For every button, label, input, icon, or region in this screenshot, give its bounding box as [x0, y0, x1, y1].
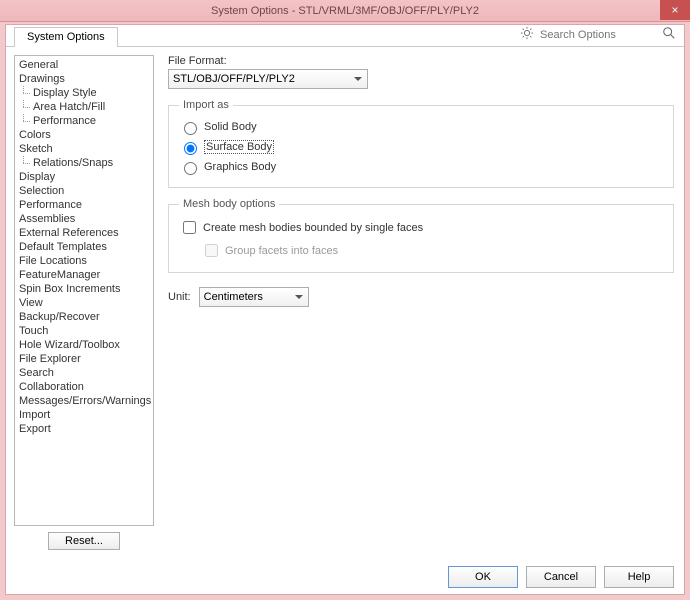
radio-graphics-body[interactable]: Graphics Body	[179, 157, 663, 177]
check-group-facets: Group facets into faces	[201, 239, 663, 262]
gear-icon[interactable]	[520, 26, 534, 43]
dialog-footer: OK Cancel Help	[448, 566, 674, 588]
radio-surface-body-input[interactable]	[184, 142, 197, 155]
check-create-mesh-bounded[interactable]: Create mesh bodies bounded by single fac…	[179, 216, 663, 239]
sidebar-item[interactable]: Drawings	[15, 72, 153, 86]
check-create-mesh-bounded-input[interactable]	[183, 221, 196, 234]
cancel-button[interactable]: Cancel	[526, 566, 596, 588]
ok-button[interactable]: OK	[448, 566, 518, 588]
file-format-select[interactable]: STL/OBJ/OFF/PLY/PLY2	[168, 69, 368, 89]
dialog-body: System Options GeneralDrawingsDisplay St…	[5, 24, 685, 595]
window-title: System Options - STL/VRML/3MF/OBJ/OFF/PL…	[211, 5, 479, 17]
sidebar-item[interactable]: Display	[15, 170, 153, 184]
main-panel: File Format: STL/OBJ/OFF/PLY/PLY2 Import…	[154, 49, 684, 556]
sidebar-item[interactable]: Performance	[15, 114, 153, 128]
tab-system-options[interactable]: System Options	[14, 27, 118, 47]
search-icon[interactable]	[662, 26, 676, 43]
sidebar: GeneralDrawingsDisplay StyleArea Hatch/F…	[14, 55, 154, 550]
options-tree[interactable]: GeneralDrawingsDisplay StyleArea Hatch/F…	[14, 55, 154, 526]
sidebar-item[interactable]: Messages/Errors/Warnings	[15, 394, 153, 408]
radio-graphics-body-input[interactable]	[184, 162, 197, 175]
close-icon[interactable]: ×	[660, 0, 690, 20]
radio-solid-body-input[interactable]	[184, 122, 197, 135]
sidebar-item[interactable]: Assemblies	[15, 212, 153, 226]
radio-surface-body[interactable]: Surface Body	[179, 137, 663, 157]
tab-label: System Options	[27, 31, 105, 43]
sidebar-item[interactable]: Collaboration	[15, 380, 153, 394]
sidebar-item[interactable]: Search	[15, 366, 153, 380]
file-format-label: File Format:	[168, 55, 674, 67]
mesh-options-group: Mesh body options Create mesh bodies bou…	[168, 198, 674, 273]
title-bar: System Options - STL/VRML/3MF/OBJ/OFF/PL…	[0, 0, 690, 22]
sidebar-item[interactable]: View	[15, 296, 153, 310]
reset-button[interactable]: Reset...	[48, 532, 120, 550]
mesh-options-legend: Mesh body options	[179, 198, 279, 210]
import-as-legend: Import as	[179, 99, 233, 111]
sidebar-item[interactable]: Import	[15, 408, 153, 422]
sidebar-item[interactable]: Hole Wizard/Toolbox	[15, 338, 153, 352]
unit-select[interactable]: Centimeters	[199, 287, 309, 307]
sidebar-item[interactable]: General	[15, 58, 153, 72]
sidebar-item[interactable]: Spin Box Increments	[15, 282, 153, 296]
check-group-facets-input	[205, 244, 218, 257]
search-wrap	[520, 26, 676, 43]
search-input[interactable]	[538, 27, 658, 43]
tab-row: System Options	[6, 25, 684, 47]
sidebar-item[interactable]: Sketch	[15, 142, 153, 156]
sidebar-item[interactable]: Backup/Recover	[15, 310, 153, 324]
sidebar-item[interactable]: Touch	[15, 324, 153, 338]
sidebar-item[interactable]: Display Style	[15, 86, 153, 100]
import-as-group: Import as Solid Body Surface Body Graphi…	[168, 99, 674, 188]
help-button[interactable]: Help	[604, 566, 674, 588]
unit-label: Unit:	[168, 291, 191, 303]
sidebar-item[interactable]: Default Templates	[15, 240, 153, 254]
sidebar-item[interactable]: File Explorer	[15, 352, 153, 366]
unit-row: Unit: Centimeters	[168, 287, 674, 307]
sidebar-item[interactable]: File Locations	[15, 254, 153, 268]
sidebar-item[interactable]: Area Hatch/Fill	[15, 100, 153, 114]
radio-solid-body[interactable]: Solid Body	[179, 117, 663, 137]
sidebar-item[interactable]: Selection	[15, 184, 153, 198]
sidebar-item[interactable]: Export	[15, 422, 153, 436]
sidebar-item[interactable]: Relations/Snaps	[15, 156, 153, 170]
sidebar-item[interactable]: Performance	[15, 198, 153, 212]
sidebar-item[interactable]: FeatureManager	[15, 268, 153, 282]
sidebar-item[interactable]: External References	[15, 226, 153, 240]
sidebar-item[interactable]: Colors	[15, 128, 153, 142]
